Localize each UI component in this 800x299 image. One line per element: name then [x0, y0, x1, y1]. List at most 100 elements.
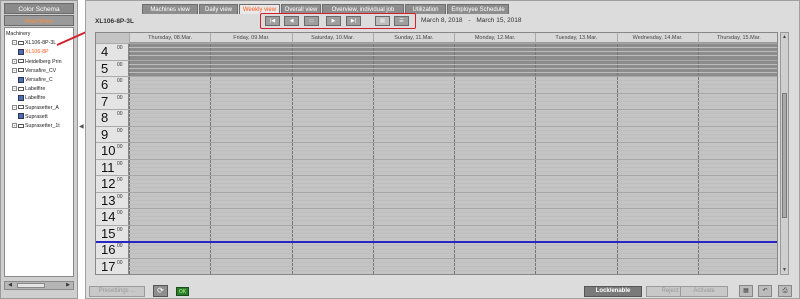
tree-item[interactable]: − Suprasetter_A	[12, 104, 59, 113]
hour-label: 16 00	[96, 241, 129, 257]
grid-line	[129, 183, 777, 185]
scroll-right-icon[interactable]: ▶	[64, 282, 72, 289]
calendar-vertical-scrollbar[interactable]: ▲ ▼	[780, 32, 789, 275]
grid-line	[129, 203, 777, 205]
collapse-icon[interactable]: −	[12, 86, 17, 92]
presettings-button[interactable]: Presettings ...	[89, 286, 145, 297]
grid-line	[129, 228, 777, 230]
print-icon[interactable]: ⎙	[778, 285, 792, 297]
grid-line	[129, 109, 777, 110]
expand-icon[interactable]: +	[12, 58, 17, 64]
collapse-icon[interactable]: −	[12, 104, 17, 110]
machine-icon	[18, 113, 24, 120]
expand-icon[interactable]: +	[12, 123, 17, 129]
list-view-icon[interactable]: ☰	[394, 16, 409, 26]
grid-icon[interactable]: ▦	[739, 285, 753, 297]
grid-line	[129, 96, 777, 98]
grid-line	[129, 117, 777, 119]
scroll-up-icon[interactable]: ▲	[781, 33, 788, 41]
grid-line	[129, 158, 777, 160]
grid-line	[129, 137, 777, 139]
collapse-icon[interactable]: −	[12, 40, 17, 46]
collapse-icon[interactable]: −	[12, 67, 17, 73]
scroll-thumb[interactable]	[17, 283, 45, 288]
tree-item[interactable]: Versafire_C	[18, 76, 53, 85]
tree-item[interactable]: − Labelfire	[12, 85, 45, 94]
last-page-icon[interactable]: ▶|	[346, 16, 361, 26]
prev-page-icon[interactable]: ◀	[284, 16, 299, 26]
grid-line	[129, 261, 777, 263]
grid-line	[129, 269, 777, 271]
single-view-icon[interactable]: ▤	[375, 16, 390, 26]
today-icon[interactable]: ▭	[304, 16, 319, 26]
grid-line	[129, 232, 777, 234]
day-header: Monday, 12.Mar.	[454, 33, 535, 43]
tree-item[interactable]: Labelfire	[18, 94, 45, 103]
hour-minutes: 00	[117, 78, 123, 84]
day-header-row: Thursday, 08.Mar. Friday, 09.Mar. Saturday…	[129, 33, 777, 43]
date-range: March 8, 2018 - March 15, 2018	[421, 17, 526, 24]
grid-line	[129, 133, 777, 135]
hour-label: 17 00	[96, 257, 129, 274]
tab-daily-view[interactable]: Daily view	[199, 4, 238, 14]
hour-number: 4	[101, 44, 109, 59]
vertical-scroll-thumb[interactable]	[782, 93, 787, 218]
tree-item[interactable]: + Suprasetter_1t	[12, 122, 60, 131]
tree-item[interactable]: Machinery	[6, 30, 30, 39]
tree-horizontal-scrollbar[interactable]: ◀ ▶	[4, 281, 74, 290]
tab-machines-view[interactable]: Machines view	[142, 4, 198, 14]
tree-item[interactable]: − Versafire_CV	[12, 67, 56, 76]
hour-number: 5	[101, 60, 109, 76]
refresh-icon[interactable]: ⟳	[153, 285, 168, 297]
lock-enable-button[interactable]: Lock/enable	[584, 286, 642, 297]
date-start: March 8, 2018	[421, 17, 463, 24]
scroll-down-icon[interactable]: ▼	[781, 266, 788, 274]
next-page-icon[interactable]: ▶	[326, 16, 341, 26]
hour-number: 7	[101, 93, 109, 109]
weekly-calendar[interactable]: Thursday, 08.Mar. Friday, 09.Mar. Saturday…	[95, 32, 778, 275]
grid-line	[129, 104, 777, 106]
grid-line	[129, 80, 777, 82]
grid-line	[129, 249, 777, 251]
activate-button[interactable]: Activate	[680, 286, 728, 297]
machine-icon	[18, 48, 24, 55]
tree-item[interactable]: Suprasett	[18, 113, 48, 122]
tree-item-label: Versafire_C	[25, 77, 53, 83]
grid-line	[129, 216, 777, 218]
tree-item[interactable]: XL106-8P	[18, 48, 49, 57]
tab-employee-schedule[interactable]: Employee Schedule	[447, 4, 509, 14]
grid-line	[129, 212, 777, 214]
hour-label: 12 00	[96, 175, 129, 191]
grid-line	[129, 253, 777, 255]
color-schema-header[interactable]: Color Schema	[4, 3, 74, 14]
collapse-panel-icon[interactable]: ◀	[79, 120, 84, 134]
tree-item-label: Machinery	[6, 31, 31, 37]
tree-item[interactable]: − XL106-8P-3L	[12, 39, 56, 48]
hour-label: 7 00	[96, 92, 129, 109]
date-end: March 15, 2018	[476, 17, 522, 24]
hour-label: 5 00	[96, 59, 129, 76]
hour-label: 8 00	[96, 109, 129, 125]
machine-icon	[18, 94, 24, 101]
hour-label: 11 00	[96, 158, 129, 175]
tree-item-label: Suprasetter_A	[25, 104, 59, 111]
tree-item-label: Suprasetter_1t	[25, 123, 60, 129]
scroll-left-icon[interactable]: ◀	[6, 282, 14, 289]
tree-item[interactable]: + Heidelberg Prin	[12, 58, 62, 67]
hour-number: 8	[101, 110, 109, 125]
hour-number: 11	[101, 159, 115, 175]
grid-line	[129, 170, 777, 172]
grid-line	[129, 142, 777, 143]
undo-icon[interactable]: ↶	[758, 285, 772, 297]
first-page-icon[interactable]: |◀	[265, 16, 280, 26]
grid-line	[129, 113, 777, 115]
grid-line	[129, 224, 777, 226]
current-time-line	[96, 241, 777, 243]
grid-line	[129, 88, 777, 90]
hour-label: 14 00	[96, 208, 129, 224]
hour-minutes: 00	[117, 160, 123, 167]
hour-number: 6	[101, 77, 109, 92]
hour-number: 10	[101, 143, 116, 158]
grid-line	[129, 146, 777, 148]
hour-minutes: 00	[117, 243, 123, 249]
